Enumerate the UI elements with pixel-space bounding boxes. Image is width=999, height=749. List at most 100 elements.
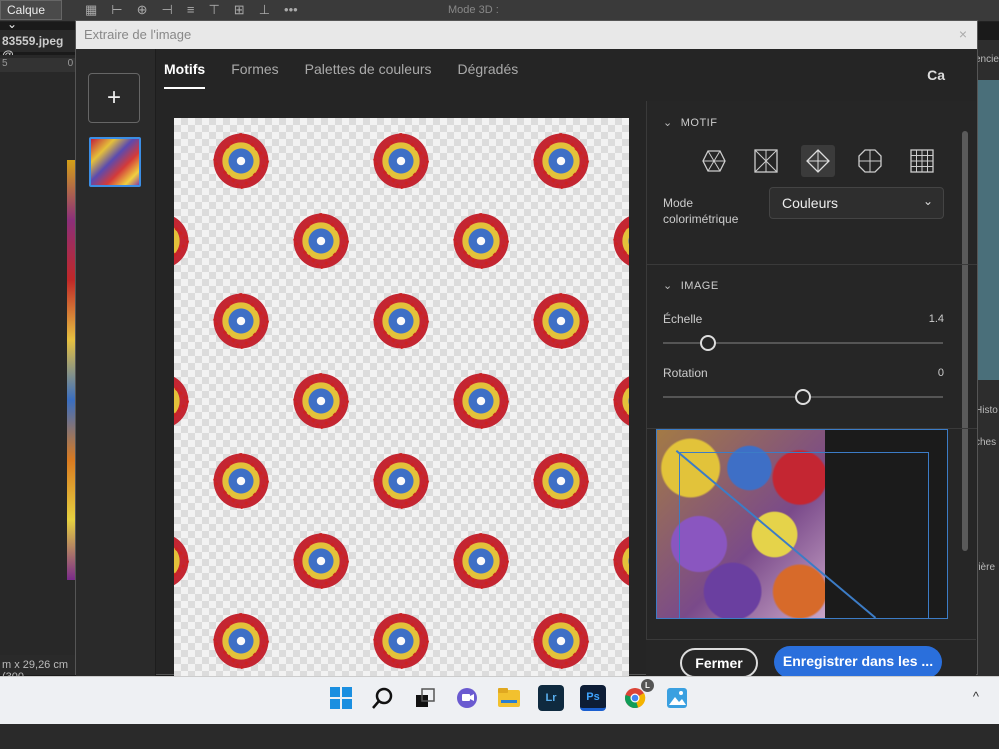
scale-slider-handle[interactable] [699, 335, 716, 351]
grid-pattern-icon[interactable] [905, 145, 939, 177]
align-middle-icon[interactable]: ⊞ [234, 2, 245, 18]
account-badge[interactable]: Ca [927, 67, 945, 83]
tab-degrades[interactable]: Dégradés [458, 61, 519, 89]
pattern-motif [517, 597, 605, 678]
pattern-motif [357, 597, 445, 678]
grid-icon[interactable]: ▦ [85, 2, 97, 18]
rotation-slider-handle[interactable] [795, 389, 811, 405]
pattern-preview [174, 118, 629, 678]
motif-type-selector [697, 145, 939, 177]
source-rail: + [76, 49, 156, 676]
taskbar: Lr Ps L ^ [0, 676, 999, 724]
pattern-motif [597, 517, 629, 605]
color-mode-label: Mode colorimétrique [663, 196, 739, 226]
scale-slider[interactable] [663, 335, 943, 351]
panel-color-strip [977, 80, 999, 380]
panel-label[interactable]: encie [975, 54, 999, 65]
pattern-motif [197, 597, 285, 678]
pattern-motif [277, 517, 365, 605]
save-to-library-button[interactable]: Enregistrer dans les ... [774, 646, 942, 678]
motif-section-title: MOTIF [680, 117, 718, 129]
more-icon[interactable]: ••• [284, 2, 298, 18]
panel-label[interactable]: rière [975, 562, 995, 573]
panel-label[interactable]: Histo [975, 405, 998, 416]
rotation-slider[interactable] [663, 389, 943, 405]
chrome-profile-badge: L [641, 679, 654, 692]
pattern-motif [277, 357, 365, 445]
color-mode-select[interactable]: Couleurs ⌄ [769, 187, 944, 219]
search-icon[interactable] [370, 685, 396, 711]
photoshop-options-bar: Calque ⌄ ▦ ⊢ ⊕ ⊣ ≡ ⊤ ⊞ ⊥ ••• Mode 3D : [0, 0, 999, 31]
source-thumbnail[interactable] [89, 137, 141, 187]
distribute-icon[interactable]: ≡ [187, 2, 195, 18]
tab-formes[interactable]: Formes [231, 61, 278, 89]
hexagon-pattern-icon[interactable] [697, 145, 731, 177]
pattern-motif [197, 437, 285, 525]
diamond-pattern-icon[interactable] [801, 145, 835, 177]
pattern-motif [437, 357, 525, 445]
image-section-title: IMAGE [680, 280, 719, 292]
taskbar-icons: Lr Ps L [328, 679, 690, 711]
scale-label: Échelle [663, 312, 703, 326]
chevron-down-icon: ⌄ [663, 280, 673, 292]
pattern-motif [357, 118, 445, 205]
layer-select-label: Calque [7, 3, 46, 17]
teams-chat-icon[interactable] [454, 685, 480, 711]
add-image-button[interactable]: + [88, 73, 140, 123]
close-icon[interactable]: × [959, 26, 967, 42]
pattern-motif [597, 357, 629, 445]
chrome-icon[interactable]: L [622, 679, 654, 711]
align-center-icon[interactable]: ⊕ [137, 2, 148, 18]
image-section-header[interactable]: ⌄ IMAGE [663, 279, 719, 292]
dialog-titlebar: Extraire de l'image × [76, 21, 977, 49]
file-explorer-icon[interactable] [496, 685, 522, 711]
octagon-pattern-icon[interactable] [853, 145, 887, 177]
chevron-down-icon: ⌄ [922, 194, 933, 208]
ruler: 50 [0, 58, 78, 72]
photos-icon[interactable] [664, 685, 690, 711]
pattern-motif [597, 197, 629, 285]
pattern-motif [357, 437, 445, 525]
chevron-down-icon: ⌄ [663, 117, 673, 129]
align-right-icon[interactable]: ⊣ [162, 2, 173, 18]
close-button[interactable]: Fermer [680, 648, 758, 678]
align-icons: ▦ ⊢ ⊕ ⊣ ≡ ⊤ ⊞ ⊥ ••• [85, 2, 298, 18]
task-view-icon[interactable] [412, 685, 438, 711]
selection-frame[interactable] [679, 452, 929, 618]
layer-select[interactable]: Calque ⌄ [0, 0, 62, 31]
ruler-tick: 5 [2, 58, 8, 69]
color-mode-value: Couleurs [782, 195, 839, 211]
pattern-motif [277, 197, 365, 285]
align-left-icon[interactable]: ⊢ [111, 2, 122, 18]
photoshop-icon[interactable]: Ps [580, 685, 606, 711]
right-panels: encie Histo ches rière [975, 40, 999, 680]
windows-start-icon[interactable] [328, 685, 354, 711]
source-image-view[interactable] [656, 429, 948, 619]
rotation-label: Rotation [663, 366, 708, 380]
pattern-motif [517, 118, 605, 205]
dialog-title: Extraire de l'image [84, 27, 192, 42]
panel-label[interactable]: ches [975, 437, 996, 448]
motif-section-header[interactable]: ⌄ MOTIF [663, 116, 717, 129]
pattern-motif [197, 277, 285, 365]
pattern-motif [357, 277, 445, 365]
tab-palettes[interactable]: Palettes de couleurs [305, 61, 432, 89]
mode-3d-label: Mode 3D : [448, 4, 499, 16]
divider [647, 264, 977, 265]
tray-expand-icon[interactable]: ^ [973, 689, 979, 704]
pattern-motif [517, 277, 605, 365]
scale-value: 1.4 [928, 313, 944, 325]
align-top-icon[interactable]: ⊤ [208, 2, 219, 18]
pattern-motif [437, 517, 525, 605]
panel-scrollbar[interactable] [962, 131, 968, 551]
lightroom-icon[interactable]: Lr [538, 685, 564, 711]
square-pattern-icon[interactable] [749, 145, 783, 177]
dialog-tabs: Motifs Formes Palettes de couleurs Dégra… [164, 61, 518, 89]
pattern-motif [174, 357, 205, 445]
ruler-tick: 0 [67, 58, 74, 69]
rotation-value: 0 [937, 367, 944, 379]
document-tab[interactable]: 83559.jpeg @ [0, 30, 80, 62]
pattern-motif [174, 517, 205, 605]
tab-motifs[interactable]: Motifs [164, 61, 206, 89]
align-bottom-icon[interactable]: ⊥ [259, 2, 270, 18]
